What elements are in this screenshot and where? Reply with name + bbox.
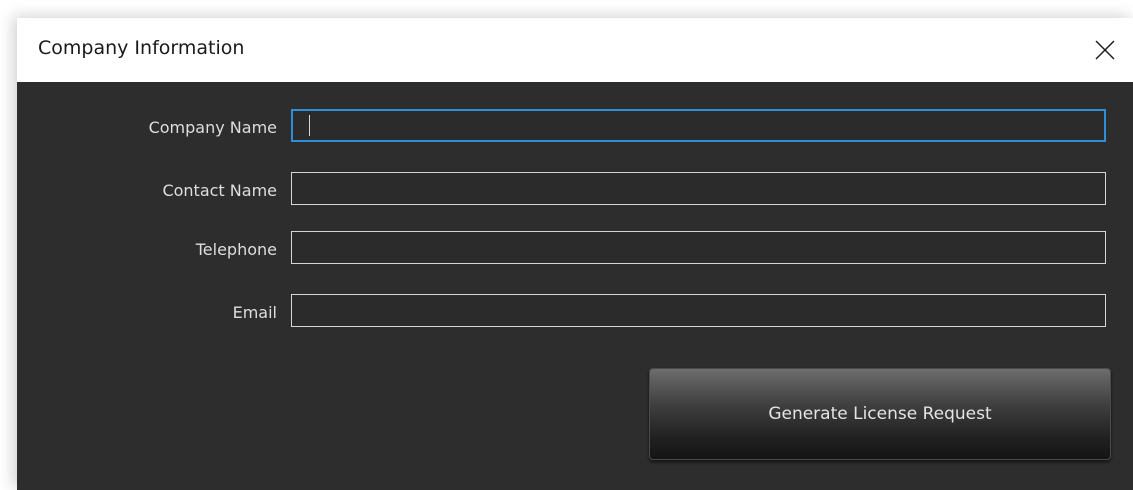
- telephone-label: Telephone: [195, 240, 277, 259]
- email-field[interactable]: [291, 294, 1106, 327]
- email-label: Email: [232, 303, 277, 322]
- dialog-title: Company Information: [38, 37, 245, 59]
- company-name-row: Company Name: [17, 109, 1133, 147]
- contact-name-row: Contact Name: [17, 172, 1133, 210]
- close-button[interactable]: [1077, 18, 1133, 82]
- company-information-dialog: Company Information Company Name Contact…: [17, 18, 1133, 490]
- title-bar: Company Information: [17, 18, 1133, 82]
- close-icon: [1095, 40, 1115, 60]
- generate-license-request-button[interactable]: Generate License Request: [649, 368, 1111, 460]
- telephone-field[interactable]: [291, 231, 1106, 264]
- contact-name-label: Contact Name: [162, 181, 277, 200]
- email-row: Email: [17, 294, 1133, 332]
- company-name-field[interactable]: [291, 109, 1106, 142]
- dialog-body: Company Name Contact Name Telephone Emai…: [17, 82, 1133, 490]
- company-name-label: Company Name: [148, 118, 277, 137]
- telephone-row: Telephone: [17, 231, 1133, 269]
- text-caret: [309, 115, 310, 136]
- contact-name-field[interactable]: [291, 172, 1106, 205]
